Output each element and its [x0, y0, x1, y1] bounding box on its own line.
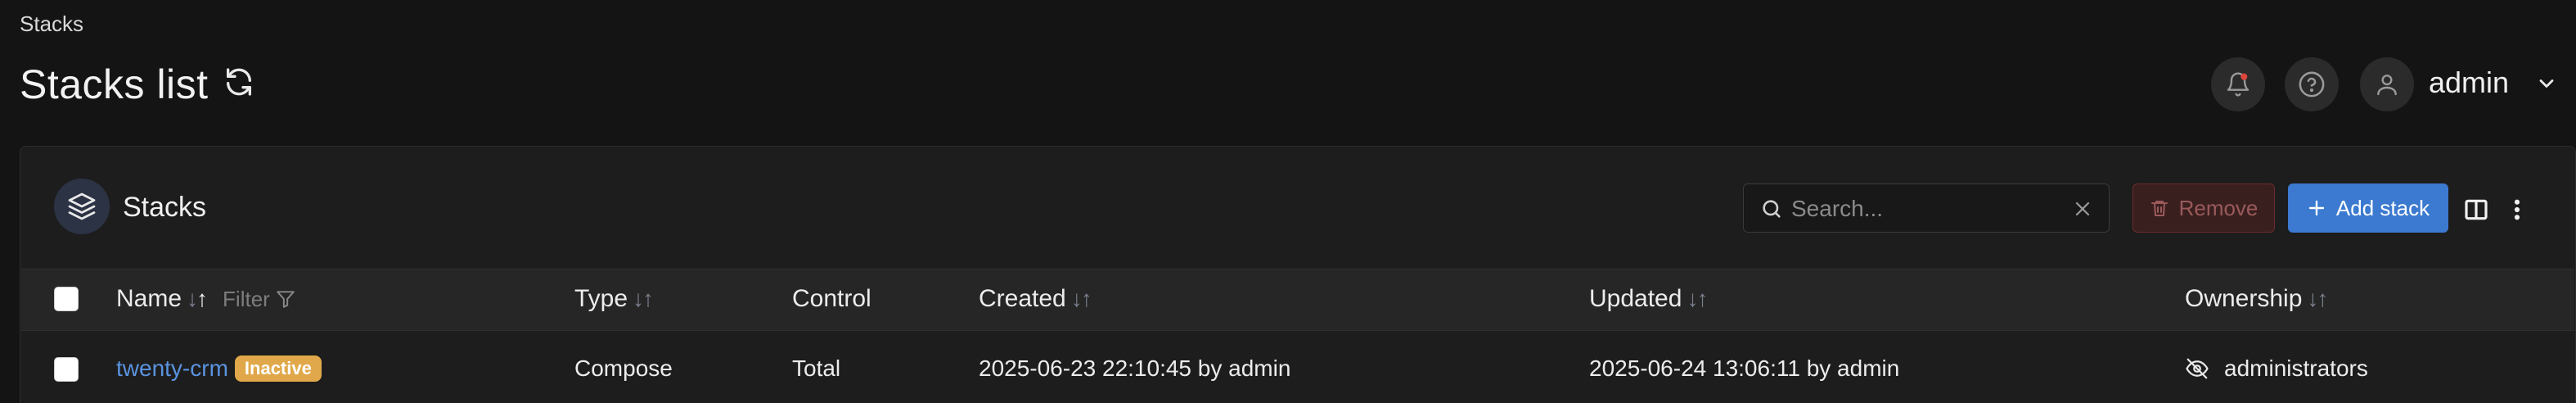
- column-created-label: Created: [979, 285, 1066, 312]
- column-ownership[interactable]: Ownership ↓↑: [2185, 285, 2328, 313]
- column-control-label: Control: [792, 285, 871, 312]
- sort-icon[interactable]: ↓↑: [1071, 286, 1092, 312]
- column-name-label: Name: [116, 285, 182, 312]
- created-cell: 2025-06-23 22:10:45 by admin: [979, 355, 1291, 381]
- chevron-down-icon[interactable]: [2535, 72, 2558, 95]
- type-cell: Compose: [574, 355, 673, 381]
- control-cell: Total: [792, 355, 841, 381]
- updated-cell: 2025-06-24 13:06:11 by admin: [1589, 355, 1900, 381]
- help-icon: [2299, 71, 2325, 97]
- eye-off-icon: [2186, 358, 2209, 379]
- help-button[interactable]: [2285, 57, 2339, 111]
- refresh-icon[interactable]: [223, 66, 255, 98]
- breadcrumb[interactable]: Stacks: [20, 11, 83, 37]
- column-created[interactable]: Created ↓↑: [979, 285, 1092, 313]
- search-input[interactable]: [1791, 191, 2061, 227]
- close-icon[interactable]: [2073, 199, 2092, 219]
- ownership-cell: administrators: [2185, 355, 2368, 382]
- row-checkbox[interactable]: [54, 357, 79, 382]
- column-ownership-label: Ownership: [2185, 285, 2303, 312]
- notifications-button[interactable]: [2211, 57, 2265, 111]
- search-icon: [1763, 200, 1781, 218]
- status-badge: Inactive: [234, 355, 322, 382]
- column-control: Control: [792, 285, 871, 313]
- stack-name-cell: twenty-crm Inactive: [116, 355, 322, 382]
- bell-icon: [2227, 72, 2249, 97]
- sort-icon[interactable]: ↓↑: [1687, 286, 1708, 312]
- remove-label: Remove: [2178, 195, 2259, 220]
- column-name[interactable]: Name ↓↑ Filter: [116, 285, 296, 313]
- column-type[interactable]: Type ↓↑: [574, 285, 654, 313]
- avatar[interactable]: [2360, 57, 2414, 111]
- columns-icon[interactable]: [2463, 197, 2489, 223]
- remove-button[interactable]: Remove: [2132, 183, 2275, 233]
- sort-icon[interactable]: ↓↑: [633, 286, 654, 312]
- select-all-checkbox[interactable]: [54, 287, 79, 311]
- filter-label[interactable]: Filter: [223, 287, 270, 312]
- filter-icon[interactable]: [275, 288, 296, 310]
- sort-icon[interactable]: ↓↑: [2307, 286, 2328, 312]
- ownership-label: administrators: [2224, 355, 2368, 381]
- search-box[interactable]: [1743, 183, 2110, 233]
- page-title: Stacks list: [20, 61, 209, 107]
- plus-icon: [2308, 200, 2325, 216]
- user-menu-name[interactable]: admin: [2429, 66, 2509, 100]
- column-updated[interactable]: Updated ↓↑: [1589, 285, 1708, 313]
- sort-icon[interactable]: ↓↑: [187, 286, 208, 312]
- column-type-label: Type: [574, 285, 628, 312]
- add-stack-label: Add stack: [2335, 195, 2430, 220]
- more-options-icon[interactable]: [2507, 197, 2527, 223]
- panel-title: Stacks: [123, 192, 207, 223]
- stack-name-link[interactable]: twenty-crm: [116, 355, 228, 381]
- layers-icon: [54, 179, 110, 234]
- column-updated-label: Updated: [1589, 285, 1682, 312]
- user-icon: [2377, 75, 2397, 96]
- trash-icon: [2150, 201, 2168, 216]
- add-stack-button[interactable]: Add stack: [2288, 183, 2448, 233]
